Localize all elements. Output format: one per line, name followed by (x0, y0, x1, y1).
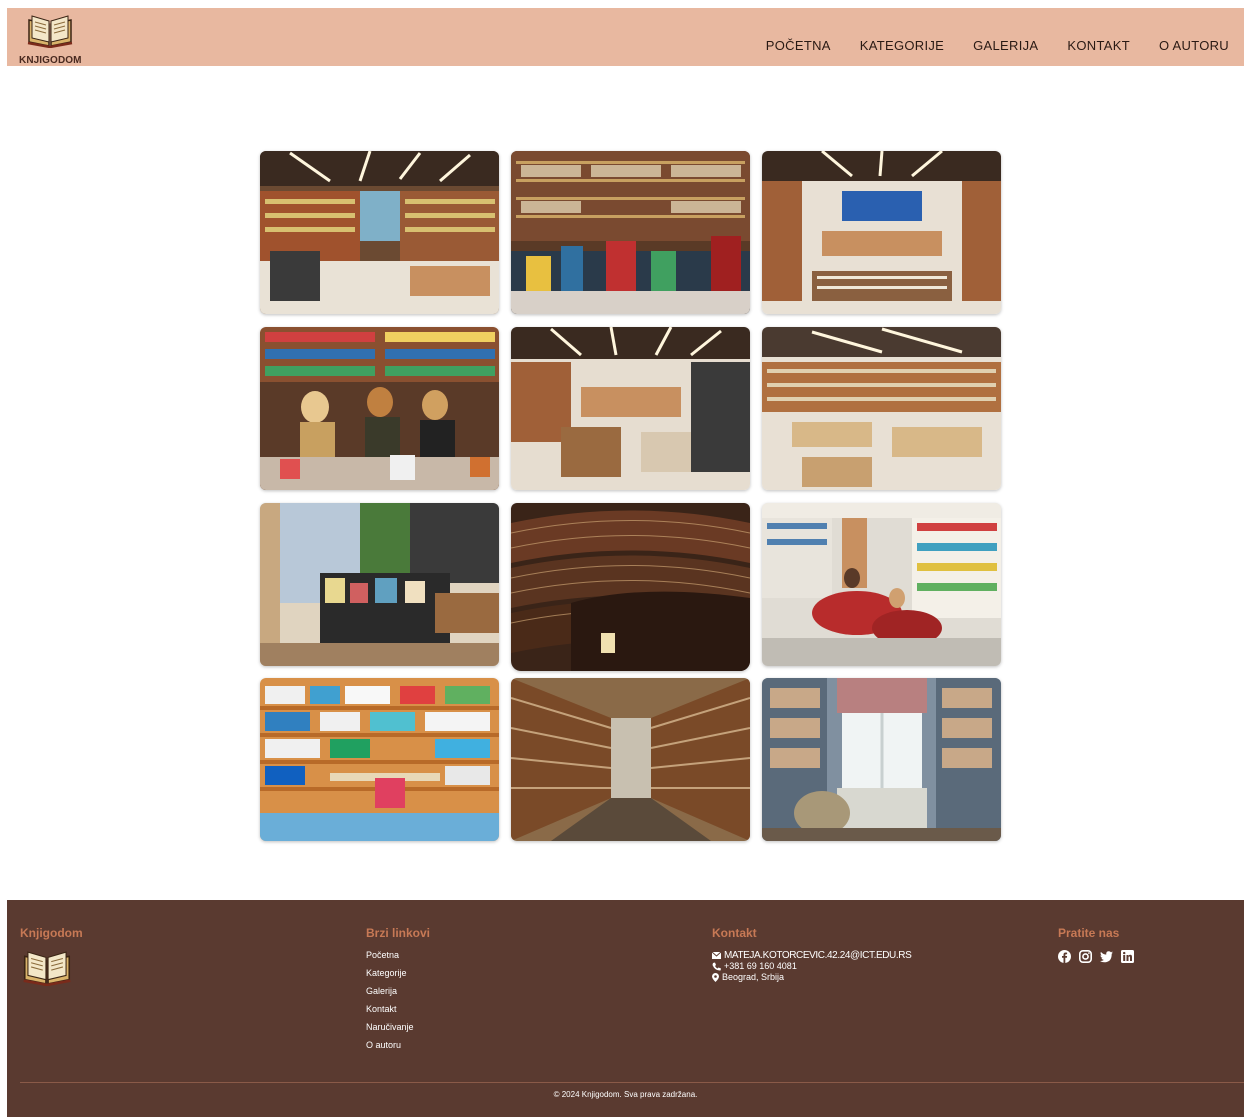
nav-item-pocetna[interactable]: POČETNA (766, 38, 831, 53)
gallery-image-10[interactable] (260, 678, 499, 841)
footer-divider (20, 1082, 1244, 1083)
nav-item-kontakt[interactable]: KONTAKT (1067, 38, 1130, 53)
shoppers-browsing-photo (260, 327, 499, 490)
contact-email[interactable]: MATEJA.KOTORCEVIC.42.24@ICT.EDU.RS (712, 950, 912, 961)
bookstore-tables-photo (762, 327, 1001, 490)
open-book-icon (27, 15, 73, 48)
copyright-text: © 2024 Knjigodom. Sva prava zadržana. (553, 1090, 698, 1099)
round-library-photo (511, 503, 750, 671)
site-header: KNJIGODOM POČETNA KATEGORIJE GALERIJA KO… (7, 8, 1244, 66)
gallery-image-3[interactable] (762, 151, 1001, 314)
bookstore-hall-photo (511, 327, 750, 490)
library-corridor-photo (511, 678, 750, 841)
gallery-image-8[interactable] (511, 503, 750, 671)
footer-social: Pratite nas (1058, 926, 1134, 963)
instagram-icon[interactable] (1079, 950, 1092, 963)
footer-link-galerija[interactable]: Galerija (366, 986, 430, 996)
bookstore-aisles-photo (762, 151, 1001, 314)
photo-gallery (260, 151, 1002, 841)
bookstore-interior-photo (260, 151, 499, 314)
nav-item-o-autoru[interactable]: O AUTORU (1159, 38, 1229, 53)
footer-link-kategorije[interactable]: Kategorije (366, 968, 430, 978)
footer-link-pocetna[interactable]: Početna (366, 950, 430, 960)
footer-brand-title: Knjigodom (20, 926, 83, 940)
contact-phone[interactable]: +381 69 160 4081 (712, 961, 911, 972)
follow-title: Pratite nas (1058, 926, 1120, 940)
gallery-image-9[interactable] (762, 503, 1001, 666)
logo[interactable]: KNJIGODOM (19, 14, 83, 66)
gallery-image-7[interactable] (260, 503, 499, 666)
nav-item-galerija[interactable]: GALERIJA (973, 38, 1038, 53)
footer-quick-links: Brzi linkovi Početna Kategorije Galerija… (366, 926, 430, 1058)
contact-address: Beograd, Srbija (712, 972, 911, 983)
nav-item-kategorije[interactable]: KATEGORIJE (860, 38, 944, 53)
facebook-icon[interactable] (1058, 950, 1071, 963)
phone-icon (712, 962, 721, 971)
page: KNJIGODOM POČETNA KATEGORIJE GALERIJA KO… (7, 8, 1244, 1117)
gallery-image-11[interactable] (511, 678, 750, 841)
quick-links-title: Brzi linkovi (366, 926, 431, 940)
window-reading-nook-photo (762, 678, 1001, 841)
main-nav: POČETNA KATEGORIJE GALERIJA KONTAKT O AU… (766, 38, 1229, 53)
gallery-image-4[interactable] (260, 327, 499, 490)
book-display-table-photo (511, 151, 750, 314)
gallery-image-5[interactable] (511, 327, 750, 490)
contact-phone-text: +381 69 160 4081 (724, 961, 797, 971)
footer-brand-column: Knjigodom (20, 926, 83, 991)
footer-link-narucivanje[interactable]: Naručivanje (366, 1022, 430, 1032)
colorful-shelves-photo (260, 678, 499, 841)
footer-link-o-autoru[interactable]: O autoru (366, 1040, 430, 1050)
reading-lounge-photo (762, 503, 1001, 666)
bookstore-entrance-photo (260, 503, 499, 666)
gallery-image-2[interactable] (511, 151, 750, 314)
gallery-image-6[interactable] (762, 327, 1001, 490)
twitter-icon[interactable] (1100, 950, 1113, 963)
envelope-icon (712, 952, 721, 959)
site-footer: Knjigodom Brzi linkovi Početna Kategorij… (7, 900, 1244, 1117)
gallery-image-12[interactable] (762, 678, 1001, 841)
location-pin-icon (712, 973, 719, 982)
contact-address-text: Beograd, Srbija (722, 972, 785, 982)
logo-text: KNJIGODOM (19, 55, 82, 66)
open-book-icon (23, 951, 71, 987)
contact-email-text: MATEJA.KOTORCEVIC.42.24@ICT.EDU.RS (724, 950, 912, 961)
linkedin-icon[interactable] (1121, 950, 1134, 963)
contact-title: Kontakt (712, 926, 757, 940)
footer-contact: Kontakt MATEJA.KOTORCEVIC.42.24@ICT.EDU.… (712, 926, 912, 983)
footer-link-kontakt[interactable]: Kontakt (366, 1004, 430, 1014)
gallery-image-1[interactable] (260, 151, 499, 314)
